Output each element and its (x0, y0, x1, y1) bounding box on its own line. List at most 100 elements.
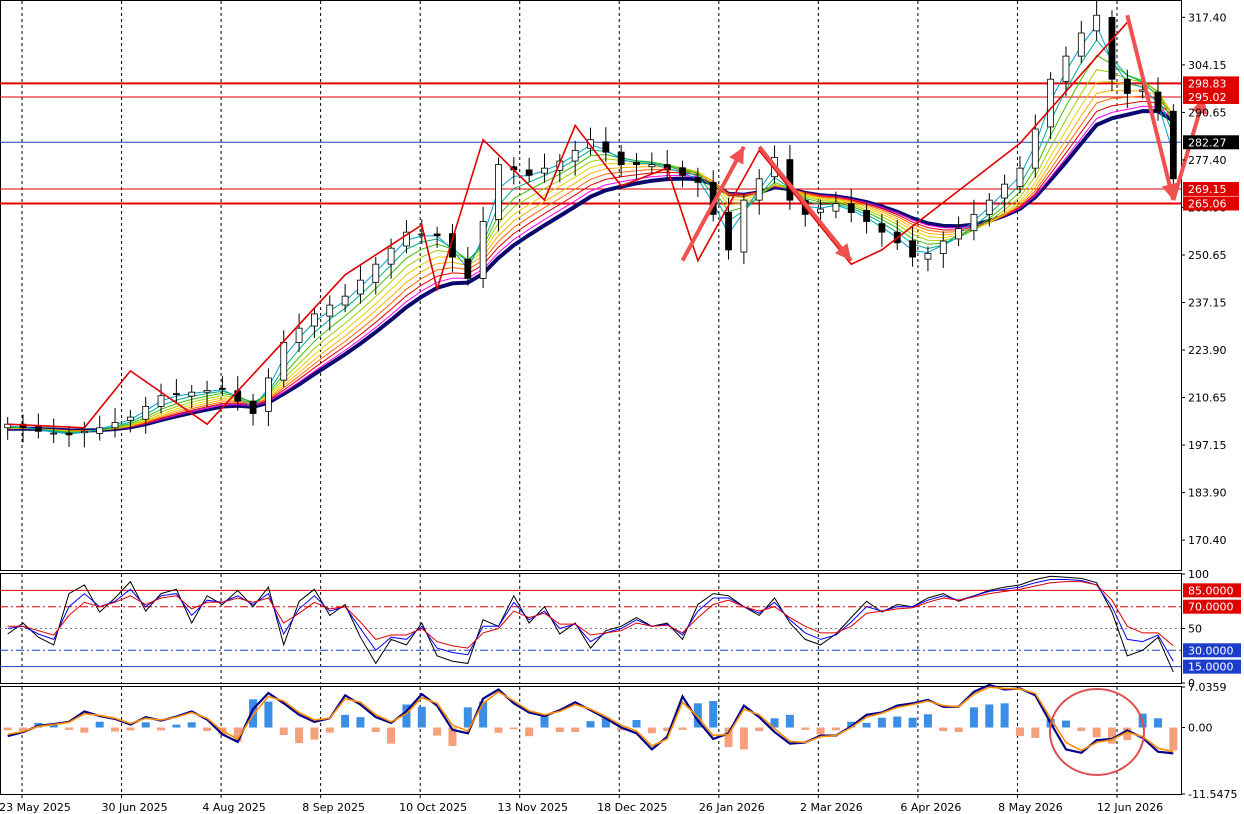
histogram-bar (908, 717, 917, 728)
histogram-bar (831, 727, 840, 731)
histogram-bar (954, 727, 963, 733)
histogram-bar (1077, 727, 1086, 731)
candle-body (50, 432, 58, 435)
histogram-bar (295, 727, 304, 744)
candle-body (939, 240, 947, 254)
candle-body (280, 341, 288, 381)
y-tick-label: 290.65 (1188, 106, 1227, 119)
candle-body (96, 427, 104, 434)
candle-body (1108, 16, 1116, 80)
histogram-bar (509, 727, 518, 730)
candle-body (495, 164, 502, 220)
candle-body (832, 203, 840, 212)
histogram-bar (65, 727, 74, 730)
histogram-bar (310, 727, 319, 740)
y-tick-label: 250.65 (1188, 249, 1227, 262)
x-tick-label: 6 Apr 2026 (900, 801, 961, 814)
histogram-bar (172, 724, 181, 728)
histogram-bar (141, 722, 150, 728)
candle-body (602, 141, 610, 153)
candle-body (157, 395, 165, 407)
histogram-bar (739, 727, 748, 750)
candle-body (188, 391, 196, 397)
candle-body (172, 393, 180, 396)
x-tick-label: 8 May 2026 (998, 801, 1063, 814)
candle-body (847, 203, 855, 213)
y-tick-label: 197.15 (1188, 439, 1227, 452)
histogram-bar (157, 727, 166, 731)
date-x-axis: 23 May 2025 30 Jun 2025 4 Aug 2025 8 Sep 20… (0, 794, 1163, 814)
candle-body (740, 199, 748, 253)
candle-body (357, 279, 364, 295)
candle-body (648, 164, 656, 168)
y-tick-label: 223.90 (1188, 344, 1227, 357)
y-tick-label: 317.40 (1188, 11, 1227, 24)
candle-body (249, 400, 257, 414)
x-tick-label: 2 Mar 2026 (800, 801, 863, 814)
candle-body (218, 387, 226, 390)
price-panel-frame (0, 0, 1182, 571)
level-badge-label: 70.0000 (1188, 601, 1234, 614)
chart-canvas: 317.40304.15290.65277.40263.90250.65237.… (0, 0, 1241, 814)
histogram-bar (1107, 727, 1116, 744)
histogram-bar (678, 727, 687, 730)
candle-body (679, 167, 686, 176)
histogram-bar (264, 701, 273, 728)
histogram-bar (1169, 727, 1178, 751)
histogram-bar (95, 721, 104, 728)
histogram-bar (816, 727, 825, 735)
histogram-bar (893, 716, 902, 728)
histogram-bar (341, 714, 350, 728)
y-tick-label: 0.00 (1188, 722, 1213, 735)
level-badge-label: 282.27 (1188, 136, 1227, 149)
candle-body (311, 313, 318, 327)
candle-body (326, 304, 334, 317)
histogram-bar (203, 727, 212, 731)
y-tick-label: 183.90 (1188, 487, 1227, 500)
histogram-bar (632, 720, 641, 728)
histogram-bar (755, 727, 764, 731)
x-tick-label: 12 Jun 2026 (1097, 801, 1163, 814)
candle-body (464, 258, 472, 279)
x-tick-label: 26 Jan 2026 (699, 801, 765, 814)
candle-body (970, 213, 978, 232)
candle-body (433, 233, 441, 237)
candle-body (1031, 128, 1039, 169)
candle-body (924, 253, 932, 260)
candle-body (909, 240, 916, 258)
candle-body (126, 416, 134, 421)
candle-body (755, 178, 763, 201)
level-badge-label: 85.0000 (1188, 584, 1234, 597)
y-tick-label: -11.5475 (1188, 788, 1237, 801)
level-badge-label: 265.06 (1188, 197, 1227, 210)
histogram-bar (325, 727, 334, 733)
candle-body (725, 211, 732, 251)
histogram-bar (1000, 703, 1009, 728)
level-badge-label: 298.83 (1188, 77, 1227, 90)
histogram-bar (785, 714, 794, 728)
histogram-bar (939, 727, 948, 731)
histogram-bar (1092, 727, 1101, 738)
macd-panel-frame (0, 686, 1182, 795)
candle-body (571, 149, 579, 162)
candle-body (1169, 110, 1177, 180)
stochastic-panel: 100500 85.000070.000030.000015.0000 (0, 568, 1241, 690)
histogram-bar (1015, 727, 1024, 737)
histogram-bar (586, 721, 595, 728)
histogram-bar (540, 715, 549, 728)
level-badge-label: 15.0000 (1188, 661, 1234, 674)
candle-body (1123, 78, 1131, 94)
histogram-bar (279, 727, 288, 735)
candle-body (1062, 55, 1070, 82)
y-tick-label: 7.0359 (1188, 681, 1227, 694)
histogram-bar (126, 727, 135, 731)
histogram-bar (647, 727, 656, 734)
candle-body (985, 199, 993, 215)
level-badge-label: 295.02 (1188, 91, 1227, 104)
level-badge-label: 30.0000 (1188, 644, 1234, 657)
x-tick-label: 18 Dec 2025 (597, 801, 667, 814)
histogram-bar (525, 727, 534, 737)
x-tick-label: 8 Sep 2025 (302, 801, 365, 814)
histogram-bar (3, 727, 12, 731)
candle-body (817, 208, 824, 213)
